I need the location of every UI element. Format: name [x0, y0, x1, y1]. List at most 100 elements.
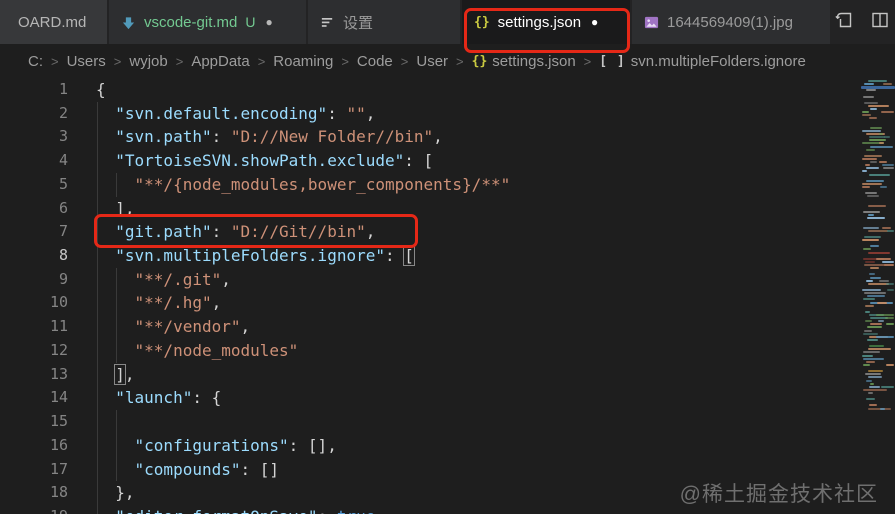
- code-line[interactable]: 1{: [0, 78, 861, 102]
- split-editor-button[interactable]: [868, 10, 892, 34]
- modified-dot-icon[interactable]: ●: [266, 16, 273, 28]
- breadcrumb-item-user[interactable]: User: [416, 53, 448, 70]
- code-line-content[interactable]: "editor.formatOnSave": true: [96, 504, 861, 514]
- code-line[interactable]: 15: [0, 410, 861, 434]
- code-line-content[interactable]: "**/vendor",: [96, 315, 861, 339]
- editor[interactable]: 1{2 "svn.default.encoding": "", 3 "svn.pa…: [0, 78, 895, 514]
- json-punctuation: {: [96, 80, 106, 99]
- code-line-content[interactable]: ],: [96, 196, 861, 221]
- breadcrumb-item-c[interactable]: C:: [28, 53, 43, 70]
- line-number: 8: [58, 246, 68, 265]
- code-line-content[interactable]: [96, 410, 861, 434]
- code-line[interactable]: 14 "launch": {: [0, 386, 861, 411]
- json-punctuation: ,: [211, 293, 222, 313]
- code-line-content[interactable]: "launch": {: [96, 386, 861, 411]
- code-line[interactable]: 13 ],: [0, 362, 861, 387]
- line-number: 9: [58, 269, 68, 288]
- breadcrumb-file[interactable]: {} settings.json: [472, 53, 576, 70]
- breadcrumb: C: > Users > wyjob > AppData > Roaming > Code > User…: [0, 44, 895, 78]
- code-line-content[interactable]: },: [96, 481, 861, 505]
- json-punctuation: : {: [192, 388, 222, 408]
- open-settings-ui-button[interactable]: [832, 10, 856, 34]
- image-icon: [644, 15, 659, 30]
- json-key: "compounds": [96, 459, 241, 479]
- indent-guide: [96, 196, 98, 221]
- code-line-content[interactable]: "git.path": "D://Git//bin",: [96, 220, 861, 245]
- code-line[interactable]: 16 "configurations": [],: [0, 433, 861, 458]
- code-line[interactable]: 7 "git.path": "D://Git//bin",: [0, 220, 861, 245]
- chevron-right-icon: >: [583, 53, 592, 69]
- json-string: "D://New Folder//bin": [230, 127, 434, 147]
- tab-settings-json[interactable]: {} settings.json ●: [462, 0, 630, 44]
- code-line-content[interactable]: "svn.default.encoding": "",: [96, 101, 861, 126]
- chevron-right-icon: >: [51, 53, 59, 69]
- line-number: 7: [58, 222, 68, 241]
- json-punctuation: ,: [365, 103, 376, 123]
- line-number: 15: [49, 412, 68, 431]
- json-string: "D://Git//bin": [230, 222, 366, 242]
- code-line-content[interactable]: "configurations": [],: [96, 433, 861, 458]
- code-line[interactable]: 18 },: [0, 481, 861, 505]
- array-icon: [ ]: [599, 53, 626, 69]
- code-line-content[interactable]: "**/.hg",: [96, 291, 861, 316]
- code-line-content[interactable]: "svn.path": "D://New Folder//bin",: [96, 125, 861, 150]
- code-line-content[interactable]: ],: [96, 362, 861, 387]
- line-number: 11: [49, 317, 68, 336]
- modified-dot-icon[interactable]: ●: [591, 16, 598, 28]
- breadcrumb-item-users[interactable]: Users: [67, 53, 106, 70]
- line-number: 12: [49, 340, 68, 359]
- code-line-content[interactable]: "compounds": []: [96, 457, 861, 482]
- line-number: 5: [58, 174, 68, 193]
- bracket-match: ]: [114, 363, 126, 385]
- code-line[interactable]: 3 "svn.path": "D://New Folder//bin",: [0, 125, 861, 150]
- json-keyword: true: [337, 507, 376, 514]
- code-line[interactable]: 5 "**/{node_modules,bower_components}/**…: [0, 172, 861, 197]
- minimap[interactable]: [861, 78, 895, 424]
- line-number: 18: [49, 483, 68, 502]
- json-string: "**/.hg": [96, 293, 212, 313]
- tab-dashboard-md[interactable]: OARD.md: [0, 0, 107, 44]
- code-line[interactable]: 19 "editor.formatOnSave": true: [0, 504, 861, 514]
- breadcrumb-symbol[interactable]: [ ] svn.multipleFolders.ignore: [599, 53, 806, 70]
- breadcrumb-item-code[interactable]: Code: [357, 53, 393, 70]
- code-line-content[interactable]: "TortoiseSVN.showPath.exclude": [: [96, 149, 861, 173]
- line-number: 13: [49, 364, 68, 383]
- code-line[interactable]: 8 "svn.multipleFolders.ignore": [: [0, 244, 861, 268]
- json-punctuation: :: [211, 127, 231, 147]
- tab-settings-ui[interactable]: 设置: [308, 0, 460, 44]
- code-line[interactable]: 17 "compounds": []: [0, 457, 861, 482]
- code-line-content[interactable]: "svn.multipleFolders.ignore": [: [96, 244, 861, 268]
- json-key: "svn.multipleFolders.ignore": [96, 246, 385, 266]
- code-line-content[interactable]: "**/{node_modules,bower_components}/**": [96, 172, 861, 197]
- chevron-right-icon: >: [113, 53, 122, 69]
- code-line[interactable]: 10 "**/.hg",: [0, 291, 861, 316]
- code-line-content[interactable]: "**/node_modules": [96, 338, 861, 363]
- tab-bar: OARD.md vscode-git.md U ● 设置 {} settings.json ●…: [0, 0, 895, 44]
- tab-image-jpg[interactable]: 1644569409(1).jpg: [632, 0, 830, 44]
- json-key: "configurations": [96, 435, 289, 455]
- code-line[interactable]: 12 "**/node_modules": [0, 338, 861, 363]
- code-line-content[interactable]: "**/.git",: [96, 267, 861, 292]
- indent-guide: [96, 315, 98, 339]
- breadcrumb-item-wyjob[interactable]: wyjob: [129, 53, 167, 70]
- json-icon: {}: [474, 14, 490, 30]
- editor-actions: [832, 0, 895, 44]
- code-line[interactable]: 4 "TortoiseSVN.showPath.exclude": [: [0, 149, 861, 173]
- json-punctuation: : [: [404, 151, 434, 171]
- json-punctuation: : [],: [288, 435, 337, 455]
- code-line[interactable]: 2 "svn.default.encoding": "",: [0, 101, 861, 126]
- code-line[interactable]: 9 "**/.git",: [0, 267, 861, 292]
- chevron-right-icon: >: [175, 53, 184, 69]
- code-line[interactable]: 6 ],: [0, 196, 861, 221]
- breadcrumb-item-roaming[interactable]: Roaming: [273, 53, 333, 70]
- code-line[interactable]: 11 "**/vendor",: [0, 315, 861, 339]
- indent-guide: [96, 101, 98, 126]
- line-number: 2: [58, 103, 68, 122]
- code-area[interactable]: 1{2 "svn.default.encoding": "", 3 "svn.pa…: [0, 78, 861, 514]
- code-line-content[interactable]: {: [96, 78, 861, 102]
- line-number: 10: [49, 293, 68, 312]
- breadcrumb-item-appdata[interactable]: AppData: [191, 53, 249, 70]
- json-key: "svn.path": [96, 127, 212, 147]
- tab-vscode-git-md[interactable]: vscode-git.md U ●: [109, 0, 306, 44]
- json-punctuation: },: [96, 483, 135, 503]
